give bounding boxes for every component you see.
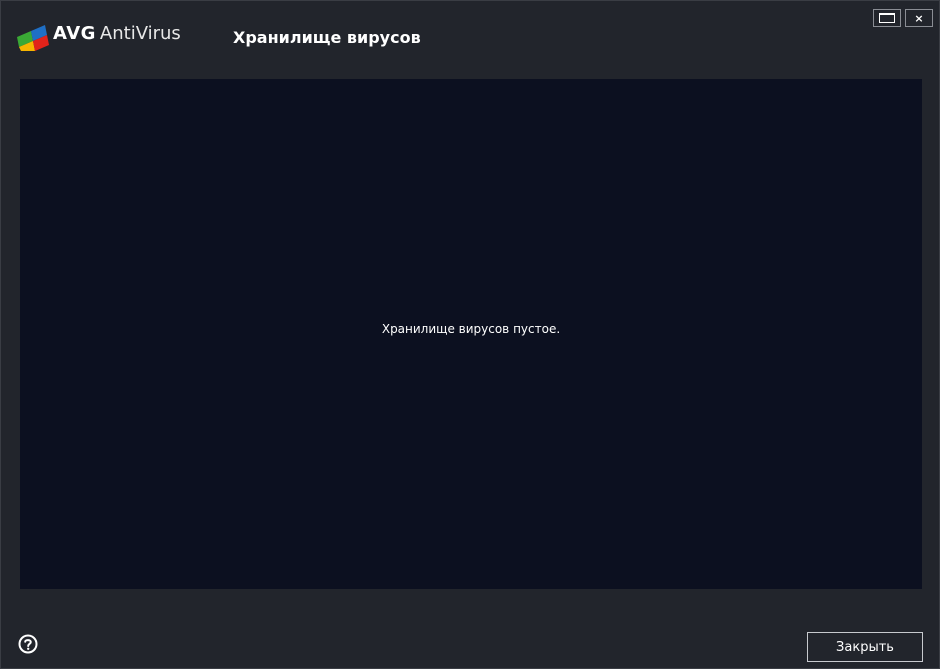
maximize-button[interactable] [873, 9, 901, 27]
avg-virus-vault-window: AVG AntiVirus Хранилище вирусов × Хранили… [0, 0, 940, 669]
maximize-icon [879, 13, 895, 23]
avg-logo-icon [17, 25, 49, 51]
help-icon[interactable] [18, 634, 38, 654]
title-bar: AVG AntiVirus Хранилище вирусов × [1, 1, 939, 77]
close-window-button[interactable]: × [905, 9, 933, 27]
close-icon: × [914, 11, 924, 25]
brand-avg-text: AVG [53, 23, 96, 44]
virus-vault-list-panel: Хранилище вирусов пустое. [20, 79, 922, 589]
window-title: Хранилище вирусов [233, 28, 421, 47]
app-brand: AVG AntiVirus [53, 23, 181, 44]
empty-vault-message: Хранилище вирусов пустое. [381, 322, 561, 336]
close-button[interactable]: Закрыть [807, 632, 923, 662]
brand-product-text: AntiVirus [99, 23, 181, 44]
window-controls: × [873, 9, 933, 27]
